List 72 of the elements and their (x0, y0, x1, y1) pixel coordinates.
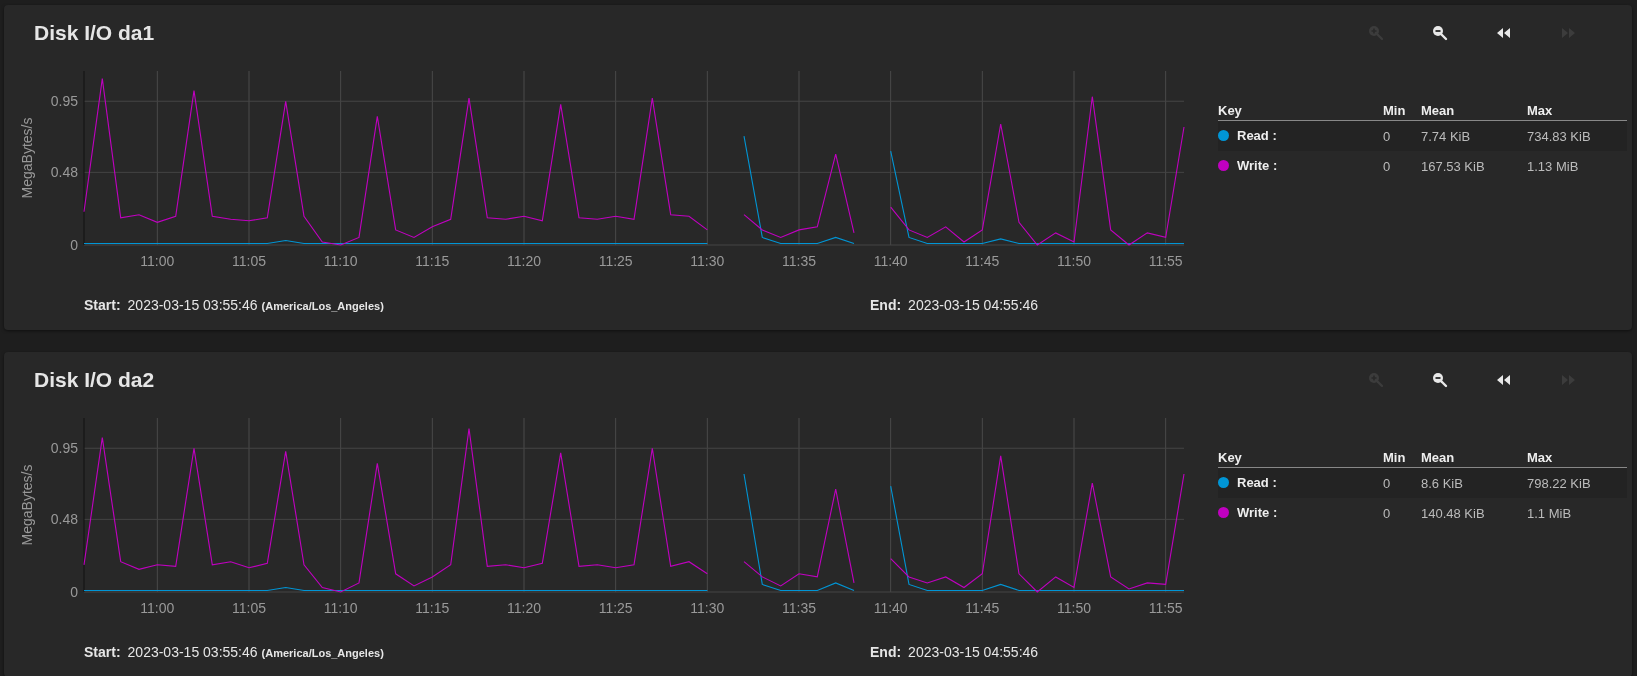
y-tick-label: 0.95 (50, 93, 78, 110)
rewind-icon (1496, 372, 1512, 388)
start-time: 2023-03-15 03:55:46 (127, 644, 258, 660)
x-tick-label: 11:20 (507, 253, 541, 269)
legend-header: Mean (1421, 448, 1527, 468)
legend-cell: 0 (1383, 467, 1421, 498)
legend-header: Max (1527, 448, 1627, 468)
x-tick-label: 11:45 (965, 600, 1000, 616)
end-time: 2023-03-15 04:55:46 (908, 297, 1039, 313)
y-tick-label: 0.95 (50, 440, 78, 457)
x-tick-label: 11:15 (415, 600, 450, 616)
timezone: (America/Los_Angeles) (261, 647, 384, 659)
x-tick-label: 11:40 (873, 600, 908, 616)
x-tick-label: 11:55 (1148, 600, 1183, 616)
rewind-icon (1496, 25, 1512, 41)
y-tick-label: 0.48 (50, 511, 78, 528)
end-time: 2023-03-15 04:55:46 (908, 644, 1039, 660)
legend-header: Min (1383, 101, 1421, 121)
x-tick-label: 11:25 (598, 253, 633, 269)
legend-cell: 734.83 KiB (1527, 120, 1627, 151)
legend-cell: 1.13 MiB (1527, 151, 1627, 181)
legend-cell: 0 (1383, 120, 1421, 151)
legend-cell: 1.1 MiB (1527, 498, 1627, 528)
x-tick-label: 11:10 (323, 253, 358, 269)
x-tick-label: 11:30 (690, 600, 725, 616)
x-tick-label: 11:05 (232, 600, 266, 616)
x-tick-label: 11:15 (415, 253, 450, 269)
x-tick-label: 11:25 (598, 600, 633, 616)
x-tick-label: 11:00 (140, 600, 175, 616)
x-tick-label: 11:50 (1057, 600, 1091, 616)
legend-cell: 7.74 KiB (1421, 120, 1527, 151)
legend-header: Max (1527, 101, 1627, 121)
y-tick-label: 0 (70, 584, 78, 600)
legend-cell: 798.22 KiB (1527, 467, 1627, 498)
y-tick-label: 0.48 (50, 164, 78, 181)
zoom-out-icon (1432, 25, 1448, 41)
x-tick-label: 11:50 (1057, 253, 1091, 269)
x-tick-label: 11:45 (965, 253, 1000, 269)
x-tick-label: 11:35 (782, 253, 816, 269)
x-tick-label: 11:10 (323, 600, 358, 616)
legend-name: Write : (1237, 505, 1278, 520)
x-tick-label: 11:05 (232, 253, 266, 269)
y-tick-label: 0 (70, 237, 78, 253)
x-tick-label: 11:30 (690, 253, 725, 269)
end-label: End: (870, 297, 902, 313)
legend-cell: 8.6 KiB (1421, 467, 1527, 498)
end-label: End: (870, 644, 902, 660)
panel-title: Disk I/O da1 (34, 21, 156, 45)
zoom-out-icon (1432, 372, 1448, 388)
x-tick-label: 11:40 (873, 253, 908, 269)
y-axis-label: MegaBytes/s (19, 464, 35, 546)
legend-header: Key (1218, 101, 1383, 121)
legend-name: Write : (1237, 158, 1278, 173)
x-tick-label: 11:20 (507, 600, 541, 616)
legend-header: Key (1218, 448, 1383, 468)
start-label: Start: (84, 297, 121, 313)
legend-cell: 167.53 KiB (1421, 151, 1527, 181)
x-tick-label: 11:00 (140, 253, 175, 269)
legend-header: Mean (1421, 101, 1527, 121)
legend-name: Read : (1237, 128, 1277, 143)
panel-title: Disk I/O da2 (34, 368, 156, 392)
start-label: Start: (84, 644, 121, 660)
x-tick-label: 11:55 (1148, 253, 1183, 269)
legend-cell: 0 (1383, 151, 1421, 181)
start-time: 2023-03-15 03:55:46 (127, 297, 258, 313)
timezone: (America/Los_Angeles) (261, 300, 384, 312)
legend-cell: 140.48 KiB (1421, 498, 1527, 528)
legend-name: Read : (1237, 475, 1277, 490)
x-tick-label: 11:35 (782, 600, 816, 616)
legend-cell: 0 (1383, 498, 1421, 528)
legend-header: Min (1383, 448, 1421, 468)
y-axis-label: MegaBytes/s (19, 117, 35, 199)
